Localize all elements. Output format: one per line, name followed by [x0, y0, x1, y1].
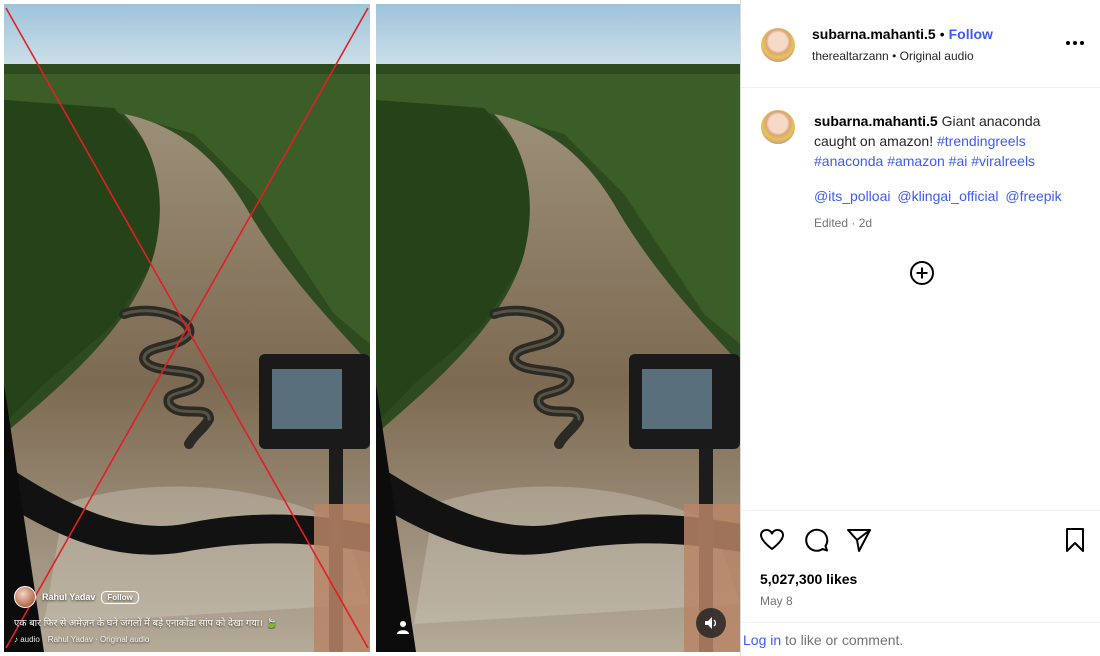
tagged-user-icon[interactable] [392, 616, 414, 638]
audio-label[interactable]: Original audio [900, 49, 974, 63]
reel-author: Rahul Yadav Follow [14, 586, 364, 608]
hashtag[interactable]: #viralreels [971, 153, 1035, 169]
login-link[interactable]: Log in [743, 632, 781, 648]
like-count[interactable]: 5,027,300 likes [760, 571, 857, 587]
speaker-icon[interactable] [696, 608, 726, 638]
mention-link[interactable]: @its_polloai [814, 188, 890, 204]
add-circle-icon[interactable] [909, 260, 935, 286]
avatar[interactable] [761, 28, 795, 62]
river-anaconda-video-frame[interactable] [376, 4, 740, 652]
hashtag[interactable]: #amazon [887, 153, 945, 169]
reel-audio-prefix: ♪ audio [14, 635, 40, 644]
heart-icon[interactable] [759, 527, 785, 553]
post-header: subarna.mahanti.5 • Follow therealtarzann … [741, 0, 1100, 88]
instagram-post-comparison: Rahul Yadav Follow एक बार फिर से अमेज़न … [0, 0, 1100, 656]
divider [741, 622, 1100, 623]
follow-button[interactable]: Follow [949, 26, 993, 42]
hashtag[interactable]: #ai [949, 153, 968, 169]
original-reel [376, 4, 740, 652]
crossed-out-reel: Rahul Yadav Follow एक बार फिर से अमेज़न … [4, 4, 370, 652]
comment-icon[interactable] [803, 527, 829, 553]
river-anaconda-video-frame[interactable] [4, 4, 370, 652]
caption-username[interactable]: subarna.mahanti.5 [814, 113, 938, 129]
post-date: May 8 [760, 594, 793, 608]
leaf-emoji: 🍃 [265, 618, 278, 629]
avatar[interactable] [761, 110, 795, 144]
divider [741, 510, 1100, 511]
avatar[interactable] [14, 586, 36, 608]
post-sidebar: subarna.mahanti.5 • Follow therealtarzann … [740, 0, 1100, 656]
reel-caption: एक बार फिर से अमेज़न के घने जंगलों में ब… [14, 616, 364, 629]
mention-link[interactable]: @freepik [1005, 188, 1061, 204]
mentions: @its_polloai @klingai_official @freepik [814, 188, 1065, 204]
hashtag[interactable]: #anaconda [814, 153, 883, 169]
separator-dot: • [892, 49, 897, 63]
login-prompt: Log in to like or comment. [743, 632, 903, 648]
reel-username[interactable]: Rahul Yadav [42, 592, 95, 602]
share-icon[interactable] [846, 527, 872, 553]
post-username[interactable]: subarna.mahanti.5 [812, 26, 936, 42]
reel-audio[interactable]: ♪ audio Rahul Yadav · Original audio [14, 635, 364, 644]
reel-overlay: Rahul Yadav Follow एक बार फिर से अमेज़न … [14, 586, 364, 644]
audio-user[interactable]: therealtarzann [812, 49, 889, 63]
login-prompt-text: to like or comment. [781, 632, 904, 648]
reel-caption-text: एक बार फिर से अमेज़न के घने जंगलों में ब… [14, 618, 266, 629]
post-caption: subarna.mahanti.5 Giant anaconda caught … [814, 111, 1082, 171]
edited-timestamp: Edited · 2d [814, 216, 873, 230]
reel-follow-button[interactable]: Follow [101, 590, 139, 604]
audio-line: therealtarzann • Original audio [812, 49, 974, 63]
mention-link[interactable]: @klingai_official [897, 188, 998, 204]
separator-dot: • [939, 26, 945, 42]
post-author-line: subarna.mahanti.5 • Follow [812, 26, 993, 42]
bookmark-icon[interactable] [1062, 527, 1088, 553]
more-horizontal-icon[interactable] [1063, 38, 1087, 48]
reel-audio-label: Rahul Yadav · Original audio [47, 635, 150, 644]
hashtag[interactable]: #trendingreels [937, 133, 1026, 149]
